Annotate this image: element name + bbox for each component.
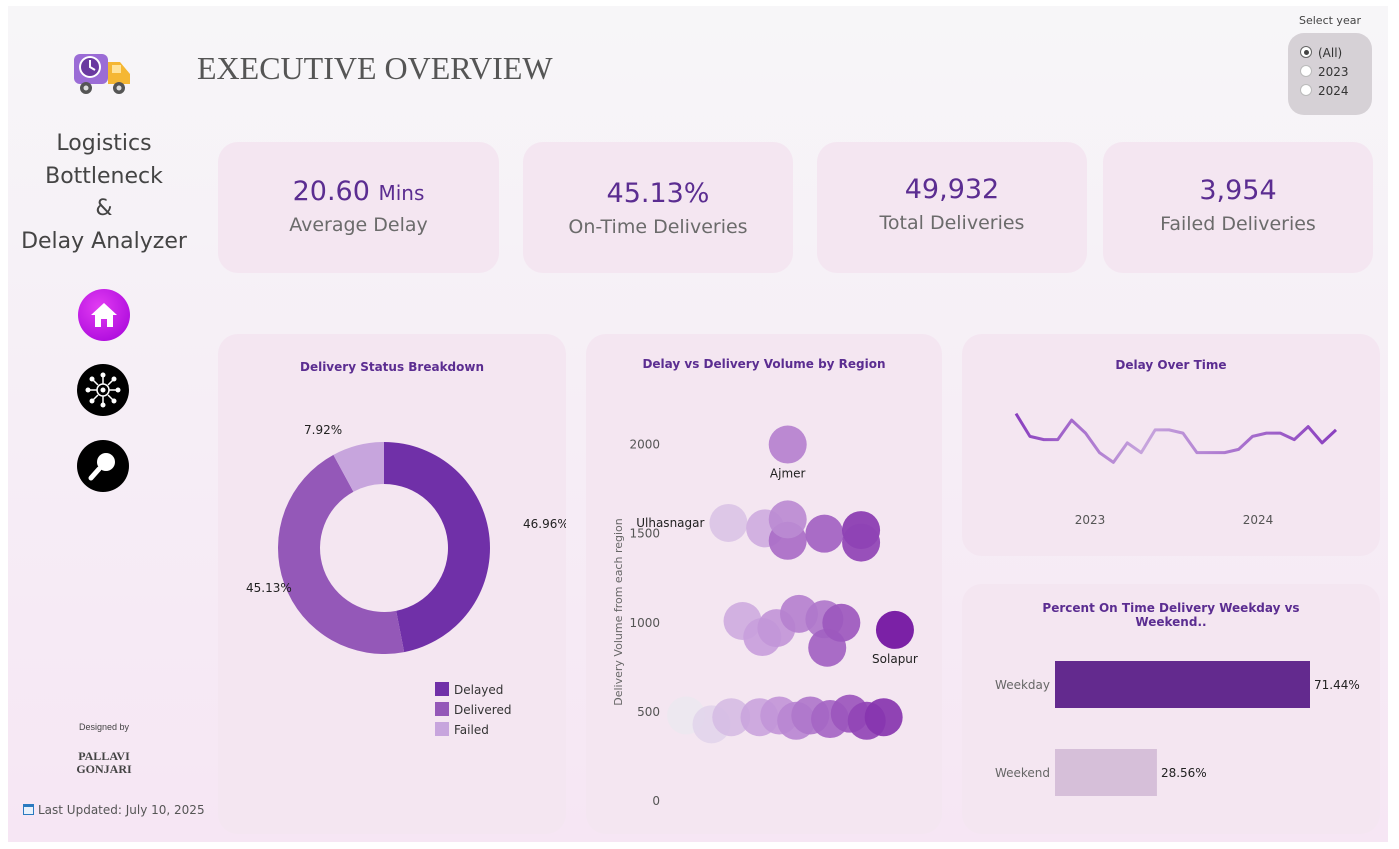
scatter-point[interactable] bbox=[768, 500, 807, 539]
weekday-weekend-card: Percent On Time Delivery Weekday vs Week… bbox=[962, 584, 1380, 834]
bar-value-label: 28.56% bbox=[1161, 766, 1207, 780]
year-option-all[interactable]: (All) bbox=[1300, 46, 1342, 60]
nav-home-button[interactable] bbox=[78, 289, 130, 341]
point-label: Solapur bbox=[872, 652, 918, 666]
scatter-point[interactable] bbox=[822, 603, 861, 642]
year-option-label: 2024 bbox=[1318, 84, 1349, 98]
year-option-label: (All) bbox=[1318, 46, 1343, 60]
year-option-label: 2023 bbox=[1318, 65, 1349, 79]
kpi-label: Average Delay bbox=[289, 214, 428, 236]
y-axis-label: Delivery Volume from each region bbox=[612, 518, 625, 706]
donut-chart: 46.96% 45.13% 7.92% Delayed Delivered Failed bbox=[246, 423, 566, 737]
legend-label: Delayed bbox=[454, 683, 503, 697]
scatter-point[interactable] bbox=[805, 514, 844, 553]
point-label: Ajmer bbox=[770, 467, 806, 481]
radio-selected[interactable] bbox=[1300, 46, 1312, 58]
bar-weekend[interactable] bbox=[1055, 749, 1157, 796]
designed-by-label: Designed by bbox=[78, 722, 130, 732]
bar-category-label: Weekday bbox=[995, 678, 1050, 692]
bar-chart: Weekday 71.44% Weekend 28.56% bbox=[995, 661, 1360, 796]
dashboard: Logistics Bottleneck & Delay Analyzer De… bbox=[8, 6, 1388, 842]
bar-value-label: 71.44% bbox=[1314, 678, 1360, 692]
scatter-chart: Delivery Volume from each region 0 500 1000… bbox=[612, 425, 918, 808]
nav-search-button[interactable] bbox=[77, 440, 129, 492]
scatter-point[interactable] bbox=[709, 503, 748, 542]
designer-name: PALLAVI GONJARI bbox=[8, 750, 200, 776]
network-hub-icon bbox=[85, 372, 121, 408]
y-tick-label: 2000 bbox=[629, 438, 660, 452]
legend-swatch bbox=[435, 722, 449, 736]
kpi-card-average-delay: 20.60 Mins Average Delay bbox=[218, 142, 499, 273]
legend-swatch bbox=[435, 682, 449, 696]
delay-line-series[interactable] bbox=[1014, 412, 1338, 464]
page-title: EXECUTIVE OVERVIEW bbox=[197, 50, 553, 86]
point-label: Ulhasnagar bbox=[636, 516, 704, 530]
kpi-value: 49,932 bbox=[904, 174, 1000, 205]
kpi-number: 20.60 bbox=[292, 176, 370, 207]
y-tick-label: 0 bbox=[652, 794, 660, 808]
app-name: Logistics Bottleneck & Delay Analyzer bbox=[8, 128, 200, 258]
app-name-line: Delay Analyzer bbox=[21, 228, 187, 254]
donut-slice-delivered[interactable] bbox=[278, 454, 405, 654]
bar-category-label: Weekend bbox=[995, 766, 1050, 780]
slice-label: 46.96% bbox=[523, 517, 566, 531]
kpi-label: On-Time Deliveries bbox=[568, 216, 748, 238]
radio-unselected[interactable] bbox=[1300, 84, 1312, 96]
magnifier-icon bbox=[88, 453, 115, 481]
delivery-status-card: Delivery Status Breakdown 46.96% 45.13% 7.… bbox=[218, 334, 566, 834]
line-chart: 2023 2024 bbox=[1014, 412, 1338, 527]
home-icon bbox=[91, 303, 117, 327]
legend-swatch bbox=[435, 702, 449, 716]
app-name-line: & bbox=[95, 196, 113, 221]
kpi-value: 20.60 Mins bbox=[218, 176, 499, 207]
delay-over-time-card: Delay Over Time 2023 2024 bbox=[962, 334, 1380, 556]
app-name-line: Bottleneck bbox=[45, 163, 163, 189]
kpi-unit: Mins bbox=[378, 181, 425, 205]
bar-weekday[interactable] bbox=[1055, 661, 1310, 708]
slice-label: 45.13% bbox=[246, 581, 292, 595]
logo-truck-icon bbox=[72, 48, 134, 98]
last-updated: Last Updated: July 10, 2025 bbox=[23, 803, 205, 817]
y-tick-label: 1000 bbox=[629, 616, 660, 630]
nav-network-button[interactable] bbox=[77, 364, 129, 416]
kpi-value: 3,954 bbox=[1199, 175, 1277, 206]
calendar-icon bbox=[23, 804, 34, 815]
kpi-label: Failed Deliveries bbox=[1160, 213, 1316, 235]
kpi-card-total: 49,932 Total Deliveries bbox=[817, 142, 1087, 273]
year-option-2023[interactable]: 2023 bbox=[1300, 65, 1349, 79]
delay-volume-card: Delay vs Delivery Volume by Region Deliv… bbox=[586, 334, 942, 834]
kpi-card-failed: 3,954 Failed Deliveries bbox=[1103, 142, 1373, 273]
year-filter-label: Select year bbox=[1299, 14, 1361, 27]
year-filter: (All) 2023 2024 bbox=[1288, 33, 1372, 115]
legend-label: Failed bbox=[454, 723, 489, 737]
legend-label: Delivered bbox=[454, 703, 511, 717]
kpi-label: Total Deliveries bbox=[879, 212, 1025, 234]
last-updated-text: Last Updated: July 10, 2025 bbox=[38, 803, 205, 817]
x-tick-label: 2024 bbox=[1243, 513, 1274, 527]
scatter-point[interactable] bbox=[864, 698, 903, 737]
scatter-point[interactable] bbox=[768, 425, 807, 464]
donut-slice-delayed[interactable] bbox=[384, 442, 491, 653]
radio-unselected[interactable] bbox=[1300, 65, 1312, 77]
app-name-line: Logistics bbox=[56, 131, 152, 156]
x-tick-label: 2023 bbox=[1075, 513, 1106, 527]
slice-label: 7.92% bbox=[304, 423, 342, 437]
kpi-card-on-time: 45.13% On-Time Deliveries bbox=[523, 142, 793, 273]
scatter-point[interactable] bbox=[875, 610, 914, 649]
y-tick-label: 500 bbox=[637, 705, 660, 719]
scatter-point[interactable] bbox=[842, 523, 881, 562]
year-option-2024[interactable]: 2024 bbox=[1300, 84, 1349, 98]
kpi-value: 45.13% bbox=[606, 178, 710, 209]
designer-name-line: GONJARI bbox=[76, 762, 132, 776]
